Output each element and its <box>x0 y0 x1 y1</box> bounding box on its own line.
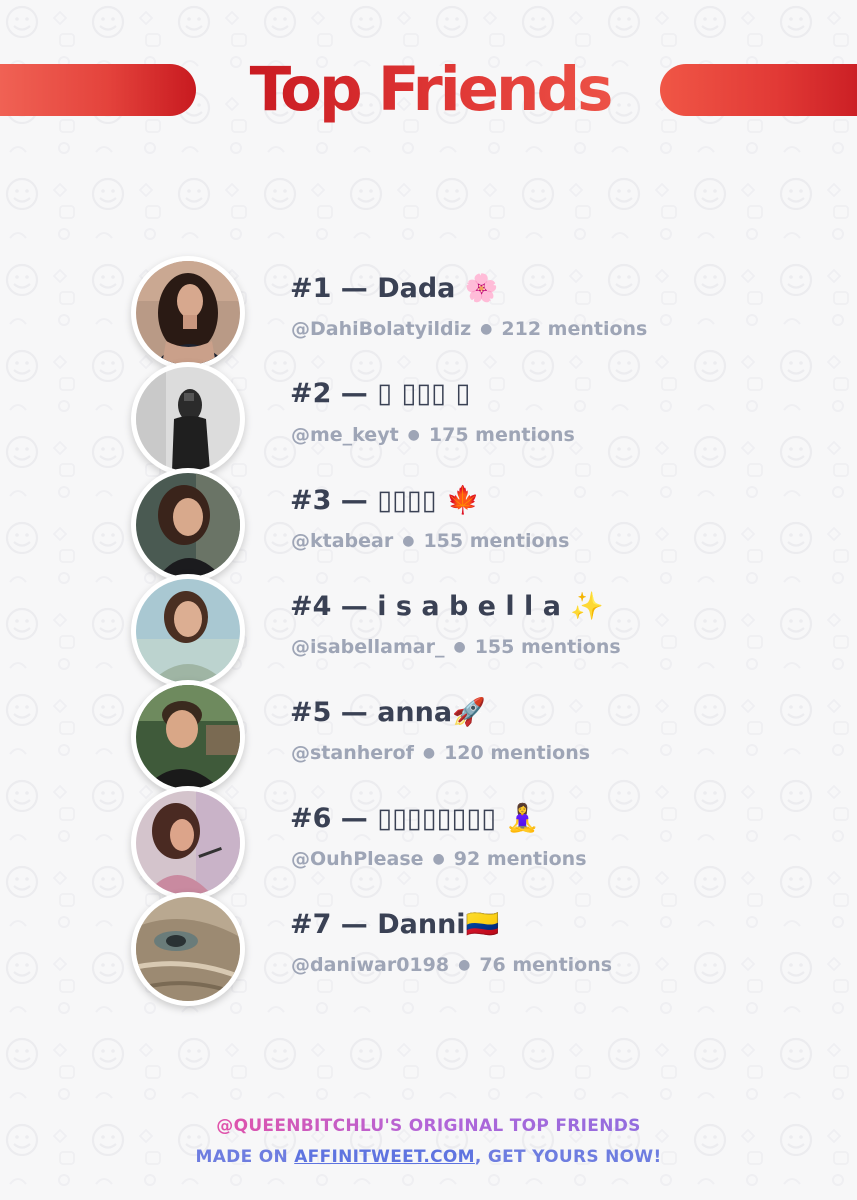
friend-handle[interactable]: @daniwar0198 <box>291 954 449 976</box>
separator-dot: ● <box>480 321 493 337</box>
friend-name: #6 — ▯▯▯▯▯▯▯▯ 🧘‍♀️ <box>290 803 540 834</box>
header-bar-right <box>660 64 857 116</box>
separator-dot: ● <box>453 639 466 655</box>
separator-dot: ● <box>407 427 420 443</box>
mention-count: 92 mentions <box>453 848 587 870</box>
friend-item[interactable]: #4 — i s a b e l l a ✨ @isabellamar_ ● 155… <box>0 574 857 688</box>
friend-name: #4 — i s a b e l l a ✨ <box>290 591 604 622</box>
avatar[interactable] <box>131 574 245 688</box>
friend-item[interactable]: #7 — Danni🇨🇴 @daniwar0198 ● 76 mentions <box>0 892 857 1006</box>
avatar-photo <box>136 897 240 1001</box>
friend-stats: @ktabear ● 155 mentions <box>291 530 569 552</box>
avatar-photo <box>136 473 240 577</box>
mention-count: 212 mentions <box>501 318 648 340</box>
friend-name: #3 — ▯▯▯▯ 🍁 <box>290 485 480 516</box>
avatar[interactable] <box>131 256 245 370</box>
friend-stats: @isabellamar_ ● 155 mentions <box>291 636 621 658</box>
avatar[interactable] <box>131 892 245 1006</box>
header-bar-left <box>0 64 196 116</box>
friend-handle[interactable]: @stanherof <box>291 742 414 764</box>
separator-dot: ● <box>458 957 471 973</box>
avatar[interactable] <box>131 362 245 476</box>
friend-handle[interactable]: @DahiBolatyildiz <box>291 318 471 340</box>
friend-name: #2 — ▯ ▯▯▯ ▯ <box>290 378 471 409</box>
affinitweet-link[interactable]: AFFINITWEET.COM <box>294 1147 475 1167</box>
friend-handle[interactable]: @OuhPlease <box>291 848 424 870</box>
avatar-photo <box>136 367 240 471</box>
friend-handle[interactable]: @ktabear <box>291 530 393 552</box>
avatar[interactable] <box>131 680 245 794</box>
avatar[interactable] <box>131 786 245 900</box>
separator-dot: ● <box>432 851 445 867</box>
mention-count: 155 mentions <box>474 636 621 658</box>
avatar[interactable] <box>131 468 245 582</box>
friend-item[interactable]: #5 — anna🚀 @stanherof ● 120 mentions <box>0 680 857 794</box>
friend-handle[interactable]: @me_keyt <box>291 424 399 446</box>
footer-prefix: MADE ON <box>195 1147 295 1167</box>
friend-item[interactable]: #3 — ▯▯▯▯ 🍁 @ktabear ● 155 mentions <box>0 468 857 582</box>
avatar-photo <box>136 261 240 365</box>
footer-suffix: , GET YOURS NOW! <box>474 1147 662 1167</box>
separator-dot: ● <box>422 745 436 761</box>
friend-name: #7 — Danni🇨🇴 <box>290 909 500 940</box>
friend-item[interactable]: #1 — Dada 🌸 @DahiBolatyildiz ● 212 mention… <box>0 256 857 370</box>
footer-made-on: MADE ON AFFINITWEET.COM, GET YOURS NOW! <box>0 1147 857 1167</box>
separator-dot: ● <box>402 533 415 549</box>
friend-name: #1 — Dada 🌸 <box>290 273 499 304</box>
friend-stats: @stanherof ● 120 mentions <box>291 742 590 764</box>
mention-count: 175 mentions <box>428 424 575 446</box>
friend-handle[interactable]: @isabellamar_ <box>291 636 444 658</box>
footer-credit: @QUEENBITCHLU'S ORIGINAL TOP FRIENDS <box>0 1116 857 1136</box>
avatar-photo <box>136 685 240 789</box>
avatar-photo <box>136 579 240 683</box>
mention-count: 155 mentions <box>423 530 570 552</box>
friend-stats: @OuhPlease ● 92 mentions <box>291 848 587 870</box>
friend-stats: @me_keyt ● 175 mentions <box>291 424 575 446</box>
friend-stats: @daniwar0198 ● 76 mentions <box>291 954 612 976</box>
page-title: Top Friends <box>200 52 660 128</box>
friend-stats: @DahiBolatyildiz ● 212 mentions <box>291 318 647 340</box>
avatar-photo <box>136 791 240 895</box>
friend-name: #5 — anna🚀 <box>290 697 486 728</box>
friend-item[interactable]: #6 — ▯▯▯▯▯▯▯▯ 🧘‍♀️ @OuhPlease ● 92 mention… <box>0 786 857 900</box>
mention-count: 120 mentions <box>444 742 591 764</box>
friend-item[interactable]: #2 — ▯ ▯▯▯ ▯ @me_keyt ● 175 mentions <box>0 362 857 476</box>
mention-count: 76 mentions <box>479 954 613 976</box>
header: Top Friends <box>0 54 857 126</box>
